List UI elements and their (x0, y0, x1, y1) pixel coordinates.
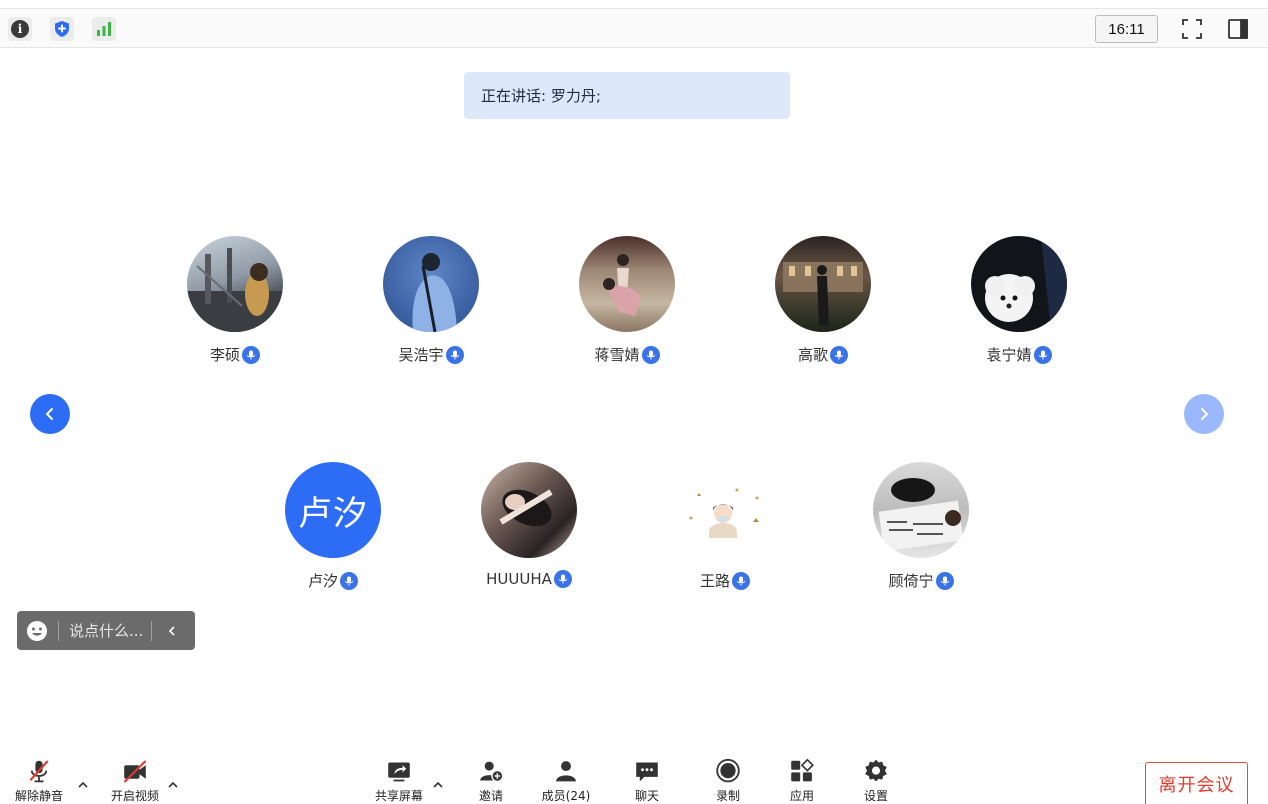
chevron-left-icon (168, 625, 175, 636)
fullscreen-button[interactable] (1180, 17, 1204, 41)
mic-icon (553, 570, 572, 588)
participant-name: HUUUHA (486, 570, 552, 588)
participant-tile[interactable]: 吴浩宇 (361, 236, 501, 376)
add-user-icon (480, 761, 504, 783)
start-video-button[interactable]: 开启视频 (105, 758, 165, 804)
participant-tile[interactable]: 蒋雪婧 (557, 236, 697, 376)
avatar (481, 462, 577, 558)
divider (151, 620, 152, 641)
participant-name: 王路 (699, 572, 730, 590)
shield-icon (55, 21, 69, 37)
network-status-button[interactable] (92, 17, 116, 41)
start-video-label: 开启视频 (110, 789, 159, 803)
info-icon: i (11, 20, 29, 38)
invite-label: 邀请 (478, 789, 503, 803)
chat-button[interactable]: 聊天 (617, 758, 677, 804)
fullscreen-icon (1182, 19, 1202, 39)
leave-meeting-button[interactable]: 离开会议 (1145, 762, 1248, 804)
sidebar-toggle-icon (1228, 19, 1248, 39)
sidebar-toggle-button[interactable] (1226, 17, 1250, 41)
settings-button[interactable]: 设置 (846, 758, 906, 804)
participant-tile[interactable]: 李硕 (165, 236, 305, 376)
participant-name: 顾倚宁 (888, 572, 934, 590)
settings-label: 设置 (863, 789, 888, 803)
apps-label: 应用 (789, 789, 814, 803)
participant-name: 李硕 (209, 346, 240, 364)
chevron-left-icon (46, 408, 53, 420)
chevron-up-icon[interactable] (166, 778, 180, 792)
meeting-info-button[interactable]: i (8, 17, 32, 41)
participant-name: 吴浩宇 (398, 346, 444, 364)
chevron-up-icon[interactable] (76, 778, 90, 792)
mic-icon (732, 571, 750, 590)
signal-icon (97, 22, 111, 36)
collapse-chat-button[interactable] (161, 620, 183, 642)
active-speaker-banner: 正在讲话: 罗力丹; (464, 72, 790, 119)
record-label: 录制 (715, 789, 740, 803)
participant-name: 卢汐 (307, 572, 338, 590)
participant-tile[interactable]: 高歌 (753, 236, 893, 376)
next-page-button[interactable] (1184, 394, 1224, 434)
record-icon (716, 758, 740, 783)
chat-label: 聊天 (634, 789, 659, 803)
share-screen-label: 共享屏幕 (374, 789, 423, 803)
gear-icon (865, 759, 887, 782)
divider (58, 620, 59, 641)
avatar: 卢汐 (285, 462, 381, 558)
share-screen-button[interactable]: 共享屏幕 (369, 758, 429, 804)
video-off-icon (124, 760, 146, 783)
share-screen-icon (388, 762, 410, 782)
security-button[interactable] (50, 17, 74, 41)
participant-name: 高歌 (797, 346, 828, 364)
participant-tile[interactable]: 袁宁婧 (949, 236, 1089, 376)
participant-name: 袁宁婧 (986, 346, 1032, 364)
mic-icon (340, 571, 358, 590)
avatar (187, 236, 283, 332)
mic-icon (1033, 345, 1052, 364)
avatar-initials: 卢汐 (298, 493, 368, 534)
muted-mic-icon (29, 760, 49, 783)
unmute-button[interactable]: 解除静音 (9, 758, 69, 804)
record-button[interactable]: 录制 (698, 758, 758, 804)
chevron-up-icon[interactable] (431, 778, 445, 792)
mic-icon (242, 345, 260, 364)
emoji-icon[interactable] (26, 620, 48, 642)
members-icon (556, 761, 576, 782)
avatar (579, 236, 675, 332)
chat-icon (636, 762, 658, 782)
invite-button[interactable]: 邀请 (461, 758, 521, 804)
top-bar: i 16:11 (0, 8, 1268, 48)
avatar (873, 462, 969, 558)
mic-icon (445, 345, 464, 364)
avatar (971, 236, 1067, 332)
mic-icon (641, 345, 660, 364)
participant-tile[interactable]: 卢汐 卢汐 (263, 462, 403, 602)
mic-icon (935, 571, 954, 590)
participant-tile[interactable]: 顾倚宁 (851, 462, 991, 602)
previous-page-button[interactable] (30, 394, 70, 434)
participant-tile[interactable]: HUUUHA (459, 462, 599, 602)
active-speaker-text: 正在讲话: 罗力丹; (481, 87, 601, 105)
avatar (775, 236, 871, 332)
chevron-right-icon (1201, 408, 1208, 420)
participant-name: 蒋雪婧 (594, 346, 640, 364)
avatar (677, 462, 773, 558)
members-button[interactable]: 成员(24) (536, 758, 596, 804)
chat-input[interactable]: 说点什么... (69, 620, 151, 641)
members-label: 成员(24) (541, 789, 591, 803)
quick-chat-bar: 说点什么... (17, 611, 195, 650)
participant-tile[interactable]: 王路 (655, 462, 795, 602)
apps-button[interactable]: 应用 (772, 758, 832, 804)
mic-icon (830, 345, 848, 364)
meeting-clock: 16:11 (1095, 15, 1158, 43)
apps-icon (791, 758, 814, 782)
unmute-label: 解除静音 (14, 789, 63, 803)
avatar (383, 236, 479, 332)
